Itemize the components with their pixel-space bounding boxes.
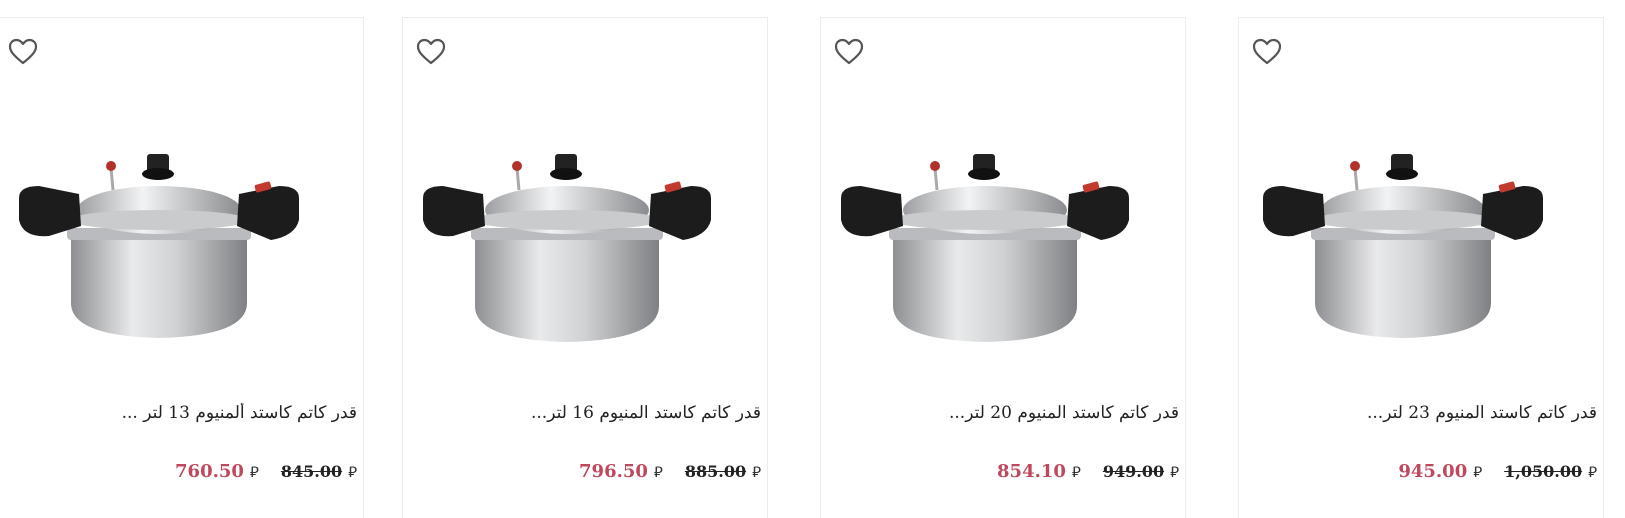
price-row: ⃁ 949.00 ⃁ 854.10 bbox=[997, 461, 1179, 482]
product-card[interactable]: قدر كاتم كاستد المنيوم 23 لتر... ⃁ 1,050… bbox=[1238, 17, 1604, 518]
product-card[interactable]: قدر كاتم كاستد ألمنيوم 13 لتر ... ⃁ 845.… bbox=[0, 17, 364, 518]
product-image[interactable] bbox=[835, 128, 1135, 358]
riyal-icon: ⃁ bbox=[752, 463, 761, 481]
sale-price: ⃁ 760.50 bbox=[175, 461, 259, 482]
riyal-icon: ⃁ bbox=[249, 463, 259, 481]
product-title[interactable]: قدر كاتم كاستد المنيوم 16 لتر... bbox=[421, 403, 761, 423]
heart-icon[interactable] bbox=[415, 36, 447, 68]
price-row: ⃁ 885.00 ⃁ 796.50 bbox=[579, 461, 761, 482]
heart-icon[interactable] bbox=[1251, 36, 1283, 68]
sale-price: ⃁ 945.00 bbox=[1398, 461, 1483, 482]
heart-icon[interactable] bbox=[833, 36, 865, 68]
sale-price: ⃁ 854.10 bbox=[997, 461, 1081, 482]
product-title[interactable]: قدر كاتم كاستد المنيوم 20 لتر... bbox=[839, 403, 1179, 423]
product-grid: قدر كاتم كاستد المنيوم 23 لتر... ⃁ 1,050… bbox=[0, 0, 1625, 518]
old-price: ⃁ 885.00 bbox=[684, 462, 761, 481]
product-title[interactable]: قدر كاتم كاستد ألمنيوم 13 لتر ... bbox=[17, 403, 357, 423]
heart-icon[interactable] bbox=[7, 36, 39, 68]
riyal-icon: ⃁ bbox=[1588, 463, 1597, 481]
product-card[interactable]: قدر كاتم كاستد المنيوم 16 لتر... ⃁ 885.0… bbox=[402, 17, 768, 518]
product-image[interactable] bbox=[417, 128, 717, 358]
old-price: ⃁ 949.00 bbox=[1102, 462, 1179, 481]
riyal-icon: ⃁ bbox=[348, 463, 357, 481]
product-image[interactable] bbox=[9, 128, 309, 358]
product-title[interactable]: قدر كاتم كاستد المنيوم 23 لتر... bbox=[1257, 403, 1597, 423]
old-price: ⃁ 845.00 bbox=[280, 462, 357, 481]
price-row: ⃁ 1,050.00 ⃁ 945.00 bbox=[1398, 461, 1597, 482]
riyal-icon: ⃁ bbox=[653, 463, 663, 481]
riyal-icon: ⃁ bbox=[1170, 463, 1179, 481]
riyal-icon: ⃁ bbox=[1473, 463, 1483, 481]
price-row: ⃁ 845.00 ⃁ 760.50 bbox=[175, 461, 357, 482]
old-price: ⃁ 1,050.00 bbox=[1504, 462, 1597, 481]
riyal-icon: ⃁ bbox=[1071, 463, 1081, 481]
product-card[interactable]: قدر كاتم كاستد المنيوم 20 لتر... ⃁ 949.0… bbox=[820, 17, 1186, 518]
product-image[interactable] bbox=[1253, 128, 1553, 358]
sale-price: ⃁ 796.50 bbox=[579, 461, 663, 482]
